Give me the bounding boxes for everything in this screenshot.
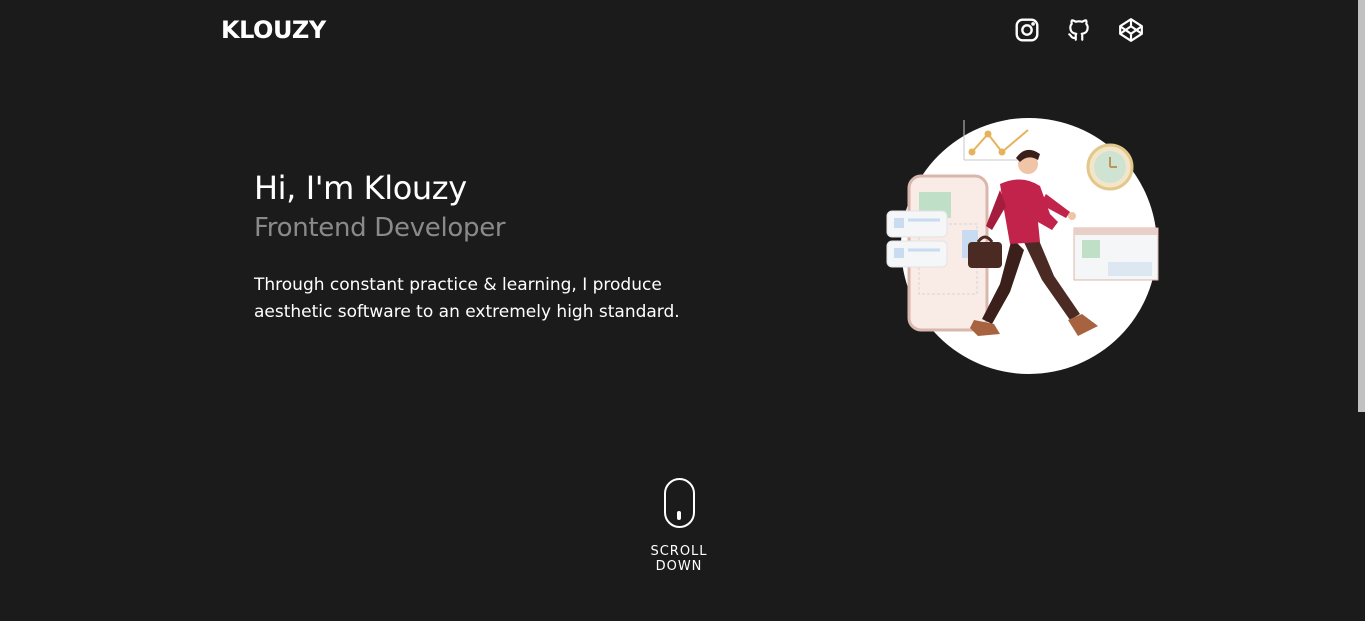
github-icon — [1068, 19, 1089, 41]
social-links — [1013, 16, 1145, 44]
page-scrollbar[interactable] — [1358, 0, 1365, 412]
scroll-down-label: SCROLL DOWN — [640, 544, 718, 574]
hero-description: Through constant practice & learning, I … — [254, 272, 724, 326]
hero-section: Hi, I'm Klouzy Frontend Developer Throug… — [254, 166, 734, 326]
codepen-icon — [1119, 18, 1143, 42]
site-logo[interactable]: KLOUZY — [221, 16, 326, 44]
codepen-link[interactable] — [1117, 16, 1145, 44]
mouse-wheel — [677, 511, 681, 520]
github-link[interactable] — [1065, 16, 1093, 44]
scroll-down-indicator[interactable]: SCROLL DOWN — [640, 478, 718, 574]
page: KLOUZY Hi, I'm Klouzy Frontend Developer… — [0, 0, 1365, 621]
hero-description-line2: aesthetic software to an extremely high … — [254, 302, 680, 322]
hero-subtitle: Frontend Developer — [254, 213, 506, 243]
hero-illustration — [886, 118, 1159, 374]
mouse-icon — [663, 478, 695, 528]
scroll-label-line2: DOWN — [655, 559, 703, 574]
scroll-label-line1: SCROLL — [650, 544, 708, 559]
hero-title: Hi, I'm Klouzy — [254, 169, 467, 207]
instagram-link[interactable] — [1013, 16, 1041, 44]
hero-description-line1: Through constant practice & learning, I … — [254, 275, 662, 295]
instagram-icon — [1015, 18, 1039, 42]
